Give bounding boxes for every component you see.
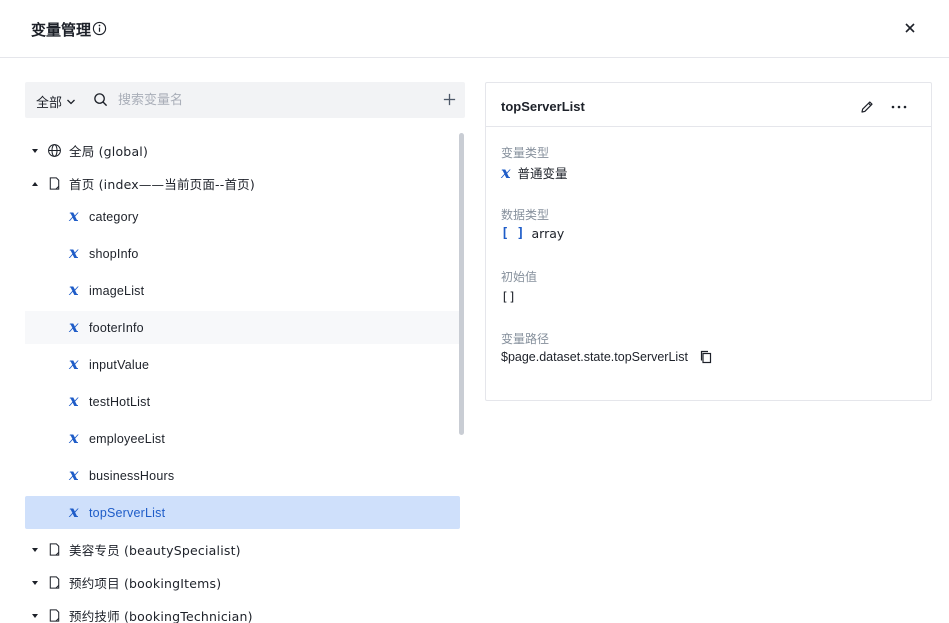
variable-x-icon: x <box>69 206 79 225</box>
variable-x-icon: x <box>69 428 79 447</box>
initial-value-text: [] <box>501 289 517 304</box>
tree-variable-item[interactable]: x category <box>25 200 460 233</box>
variable-x-icon: x <box>69 243 79 262</box>
variable-x-icon: x <box>501 163 511 182</box>
variable-x-icon: x <box>69 391 79 410</box>
variable-label: testHotList <box>89 394 151 409</box>
variable-label: topServerList <box>89 505 166 520</box>
data-type-text: array <box>531 226 565 241</box>
tree-group-index[interactable]: 首页 (index——当前页面--首页) <box>25 167 460 200</box>
page-icon <box>49 177 60 190</box>
tree-group-label: 预约技师 (bookingTechnician) <box>69 609 253 623</box>
variable-x-icon: x <box>69 354 79 373</box>
caret-down-icon[interactable] <box>30 146 40 156</box>
add-variable-icon[interactable] <box>442 92 457 107</box>
initial-value-label: 初始值 <box>501 270 538 284</box>
detail-title: topServerList <box>501 99 585 114</box>
variable-label: shopInfo <box>89 246 139 261</box>
tree-variable-item[interactable]: x testHotList <box>25 385 460 418</box>
tree-group-beauty-specialist[interactable]: 美容专员 (beautySpecialist) <box>25 533 460 566</box>
variable-x-icon: x <box>69 502 79 521</box>
data-type-value: [ ] array <box>501 226 564 241</box>
tree-group-label: 全局 (global) <box>69 144 149 159</box>
variable-label: footerInfo <box>89 320 144 335</box>
edit-icon[interactable] <box>859 99 875 115</box>
tree-group-booking-technician[interactable]: 预约技师 (bookingTechnician) <box>25 599 460 623</box>
data-type-label: 数据类型 <box>501 208 550 222</box>
path-label: 变量路径 <box>501 332 550 346</box>
tree-variable-item[interactable]: x businessHours <box>25 459 460 492</box>
variable-label: businessHours <box>89 468 175 483</box>
tree-group-global[interactable]: 全局 (global) <box>25 134 460 167</box>
tree-scrollbar[interactable] <box>459 133 464 435</box>
search-icon <box>94 93 108 107</box>
variable-label: inputValue <box>89 357 150 372</box>
variable-x-icon: x <box>69 280 79 299</box>
var-type-label: 变量类型 <box>501 146 550 160</box>
info-icon[interactable] <box>92 21 107 36</box>
caret-down-icon[interactable] <box>30 578 40 588</box>
close-icon[interactable] <box>900 18 920 38</box>
variable-label: imageList <box>89 283 145 298</box>
variable-label: category <box>89 209 139 224</box>
path-value: $page.dataset.state.topServerList <box>501 350 713 364</box>
var-type-text: 普通变量 <box>517 166 568 181</box>
dialog-title: 变量管理 <box>31 21 92 39</box>
search-bar: 全部 <box>25 82 465 118</box>
search-input[interactable] <box>118 90 418 110</box>
caret-down-icon[interactable] <box>30 545 40 555</box>
copy-icon[interactable] <box>699 350 713 364</box>
page-icon <box>49 609 60 622</box>
tree-variable-item[interactable]: x footerInfo <box>25 311 460 344</box>
tree-variable-item[interactable]: x imageList <box>25 274 460 307</box>
dialog-header: 变量管理 <box>0 0 949 58</box>
detail-header: topServerList <box>486 83 931 127</box>
var-type-value: x 普通变量 <box>501 163 568 182</box>
caret-down-icon[interactable] <box>30 611 40 621</box>
tree-variable-item[interactable]: x shopInfo <box>25 237 460 270</box>
scope-label: 全部 <box>36 96 63 111</box>
tree-group-label: 预约项目 (bookingItems) <box>69 576 222 591</box>
path-text: $page.dataset.state.topServerList <box>501 350 688 364</box>
more-icon[interactable] <box>890 99 908 115</box>
tree-variable-item[interactable]: x employeeList <box>25 422 460 455</box>
tree-variable-item-selected[interactable]: x topServerList <box>25 496 460 529</box>
page-icon <box>49 576 60 589</box>
chevron-down-icon <box>67 99 75 104</box>
scope-dropdown[interactable]: 全部 <box>36 92 76 111</box>
array-icon: [ ] <box>501 226 525 241</box>
page-icon <box>49 543 60 556</box>
variable-detail-panel: topServerList 变量类型 x 普通变量 数据类型 [ ] array… <box>485 82 932 401</box>
variable-label: employeeList <box>89 431 166 446</box>
tree-group-booking-items[interactable]: 预约项目 (bookingItems) <box>25 566 460 599</box>
tree-group-label: 首页 (index——当前页面--首页) <box>69 177 255 192</box>
variable-x-icon: x <box>69 317 79 336</box>
globe-icon <box>48 144 61 157</box>
caret-up-icon[interactable] <box>30 179 40 189</box>
variable-tree: 全局 (global) 首页 (index——当前页面--首页) x categ… <box>25 133 465 623</box>
variable-x-icon: x <box>69 465 79 484</box>
tree-variable-item[interactable]: x inputValue <box>25 348 460 381</box>
initial-value: [] <box>501 289 516 304</box>
tree-group-label: 美容专员 (beautySpecialist) <box>69 543 241 558</box>
